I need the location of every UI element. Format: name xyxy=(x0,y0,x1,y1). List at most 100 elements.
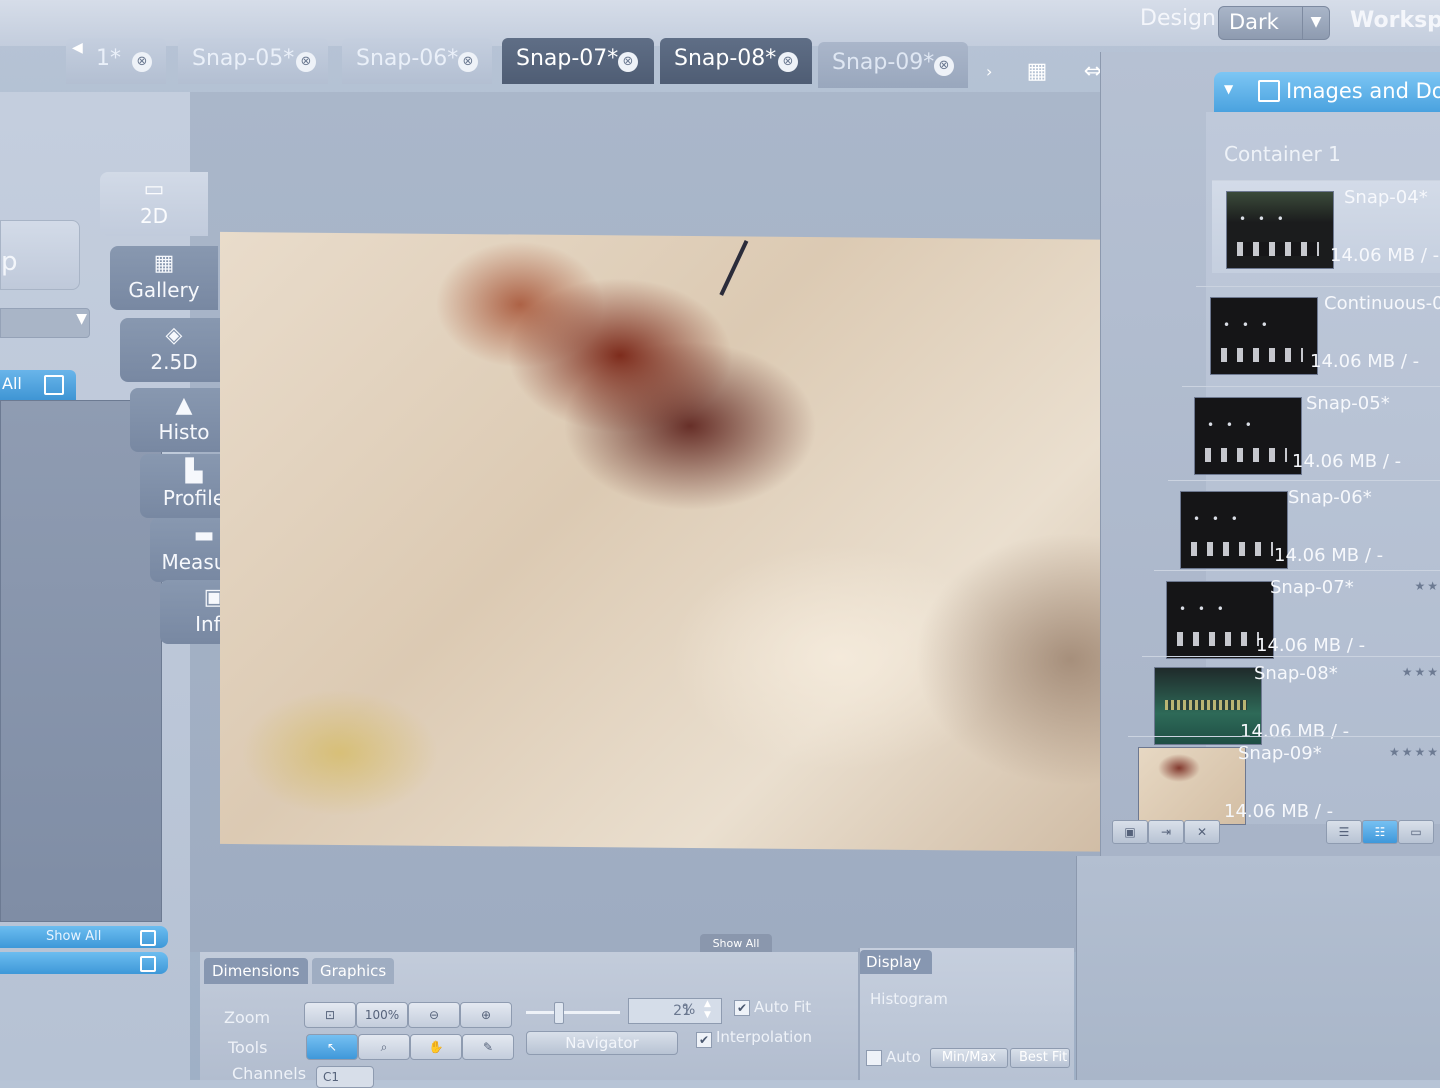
tab-label: Snap-08* xyxy=(674,46,777,71)
view-mode-label: Gallery xyxy=(128,278,200,302)
zoom-100-button[interactable]: 100% xyxy=(356,1002,408,1028)
navigator-button[interactable]: Navigator xyxy=(526,1031,678,1055)
thumbnail-detail: • • • xyxy=(1193,512,1242,526)
document-item[interactable]: • • • Snap-07* 14.06 MB / - ★★ xyxy=(1154,570,1440,663)
document-item[interactable]: Snap-09* 14.06 MB / - ★★★★ xyxy=(1128,736,1440,829)
interpolation-checkbox[interactable]: ✔ xyxy=(696,1032,712,1048)
left-pane-button-label: p xyxy=(1,247,18,277)
view-mode-label: 2.5D xyxy=(150,350,198,374)
draw-tool-button[interactable]: ✎ xyxy=(462,1034,514,1060)
min-max-button[interactable]: Min/Max xyxy=(930,1048,1008,1068)
pointer-tool-button[interactable]: ↖ xyxy=(306,1034,358,1060)
edit-icon[interactable] xyxy=(140,956,156,972)
thumbnail-detail: • • • xyxy=(1207,418,1256,432)
tab-snap-07[interactable]: Snap-07* ⊗ xyxy=(502,38,654,84)
collapse-arrow-icon[interactable]: ▼ xyxy=(1224,82,1233,96)
rating-stars[interactable]: ★★★★ xyxy=(1389,745,1440,759)
view-mode-2d[interactable]: ▭ 2D xyxy=(100,172,208,236)
left-list-header[interactable]: All xyxy=(0,370,76,400)
export-icon[interactable]: ⇥ xyxy=(1148,820,1184,844)
right-lower-area xyxy=(1076,856,1440,1080)
thumbnail-detail: • • • xyxy=(1179,602,1228,616)
edit-icon[interactable] xyxy=(140,930,156,946)
auto-label: Auto xyxy=(886,1048,921,1066)
tab-label: 1* xyxy=(96,46,121,71)
container-label[interactable]: Container 1 xyxy=(1224,142,1341,166)
document-item[interactable]: • • • Snap-04* 14.06 MB / - xyxy=(1212,180,1440,273)
view-mode-2-5d[interactable]: ◈ 2.5D xyxy=(120,318,228,382)
auto-fit-checkbox[interactable]: ✔ xyxy=(734,1000,750,1016)
document-name: Snap-06* xyxy=(1288,487,1372,508)
zoom-tool-button[interactable]: ⌕ xyxy=(358,1034,410,1060)
tab-scroll-right-icon[interactable]: › xyxy=(986,62,992,81)
rating-stars[interactable]: ★★ xyxy=(1414,579,1440,593)
close-icon[interactable]: ✕ xyxy=(1184,820,1220,844)
zoom-in-button[interactable]: ⊕ xyxy=(460,1002,512,1028)
document-name: Continuous-0 xyxy=(1324,293,1440,314)
document-item[interactable]: • • • Snap-06* 14.06 MB / - xyxy=(1168,480,1440,573)
left-pane-button[interactable]: p xyxy=(0,220,80,290)
channel-selector[interactable]: C1 xyxy=(316,1066,374,1088)
tab-snap-06[interactable]: Snap-06* ⊗ xyxy=(342,38,492,84)
rating-stars[interactable]: ★★★ xyxy=(1402,665,1440,679)
channels-label: Channels xyxy=(232,1064,307,1083)
document-thumbnail: • • • xyxy=(1180,491,1288,569)
show-all-bar[interactable]: Show All xyxy=(0,926,168,948)
auto-checkbox[interactable] xyxy=(866,1050,882,1066)
tab-scroll-left-icon[interactable]: ◀ xyxy=(72,40,83,56)
left-bottom-bar[interactable] xyxy=(0,952,168,974)
spinner-icon[interactable]: ▲ ▼ xyxy=(704,999,711,1021)
microscope-image[interactable] xyxy=(220,231,1156,853)
close-icon[interactable]: ⊗ xyxy=(296,52,316,72)
detail-view-icon[interactable]: ☷ xyxy=(1362,820,1398,844)
grid-icon: ▦ xyxy=(153,251,175,276)
thumbnail-detail: • • • xyxy=(1223,318,1272,332)
view-mode-gallery[interactable]: ▦ Gallery xyxy=(110,246,218,310)
image-feature xyxy=(719,240,785,314)
zoom-slider-handle[interactable] xyxy=(554,1002,564,1024)
best-fit-button[interactable]: Best Fit xyxy=(1010,1048,1070,1068)
documents-icon xyxy=(1258,80,1280,102)
thumbnail-view-icon[interactable]: ▭ xyxy=(1398,820,1434,844)
document-name: Snap-04* xyxy=(1344,187,1428,208)
fit-screen-button[interactable]: ⊡ xyxy=(304,1002,356,1028)
view-mode-label: 2D xyxy=(139,204,169,228)
edit-icon[interactable] xyxy=(44,375,64,395)
pan-tool-button[interactable]: ✋ xyxy=(410,1034,462,1060)
zoom-label: Zoom xyxy=(224,1008,271,1027)
tab-dimensions[interactable]: Dimensions xyxy=(204,958,308,984)
images-documents-header[interactable]: ▼ Images and Docu xyxy=(1214,72,1440,112)
tab-snap-08[interactable]: Snap-08* ⊗ xyxy=(660,38,812,84)
close-icon[interactable]: ⊗ xyxy=(458,52,478,72)
close-icon[interactable]: ⊗ xyxy=(132,52,152,72)
document-size: 14.06 MB / - xyxy=(1310,351,1420,372)
left-list[interactable] xyxy=(0,400,162,922)
auto-fit-label: Auto Fit xyxy=(754,998,812,1016)
list-view-icon[interactable]: ☰ xyxy=(1326,820,1362,844)
tab-display[interactable]: Display xyxy=(860,950,932,974)
zoom-out-button[interactable]: ⊖ xyxy=(408,1002,460,1028)
design-select[interactable]: Dark ▼ xyxy=(1218,6,1330,40)
document-item[interactable]: • • • Continuous-0 14.06 MB / - xyxy=(1196,286,1440,379)
design-select-value: Dark xyxy=(1229,10,1279,34)
document-item[interactable]: • • • Snap-05* 14.06 MB / - xyxy=(1182,386,1440,479)
zoom-value-text: 21 xyxy=(673,1003,691,1019)
workspace-label[interactable]: Workspac xyxy=(1350,8,1440,33)
close-icon[interactable]: ⊗ xyxy=(618,52,638,72)
left-pane-dropdown[interactable]: ▼ xyxy=(0,308,90,338)
document-toolbar: ▣ ⇥ ✕ ☰ ☷ ▭ xyxy=(1112,820,1440,846)
tab-label: Snap-09* xyxy=(832,50,935,75)
zoom-slider[interactable] xyxy=(526,1011,620,1014)
tab-graphics[interactable]: Graphics xyxy=(312,958,395,984)
surface-icon: ◈ xyxy=(165,323,183,348)
design-label: Design xyxy=(1140,6,1216,31)
close-icon[interactable]: ⊗ xyxy=(934,56,954,76)
split-grid-icon[interactable]: ▦ xyxy=(1018,58,1056,88)
document-thumbnail: • • • xyxy=(1226,191,1334,269)
tab-snap-09[interactable]: Snap-09* ⊗ xyxy=(818,42,968,88)
tab-snap-05[interactable]: Snap-05* ⊗ xyxy=(178,38,328,84)
show-all-label: Show All xyxy=(46,929,102,944)
show-all-toggle[interactable]: Show All xyxy=(700,934,772,954)
save-icon[interactable]: ▣ xyxy=(1112,820,1148,844)
close-icon[interactable]: ⊗ xyxy=(778,52,798,72)
